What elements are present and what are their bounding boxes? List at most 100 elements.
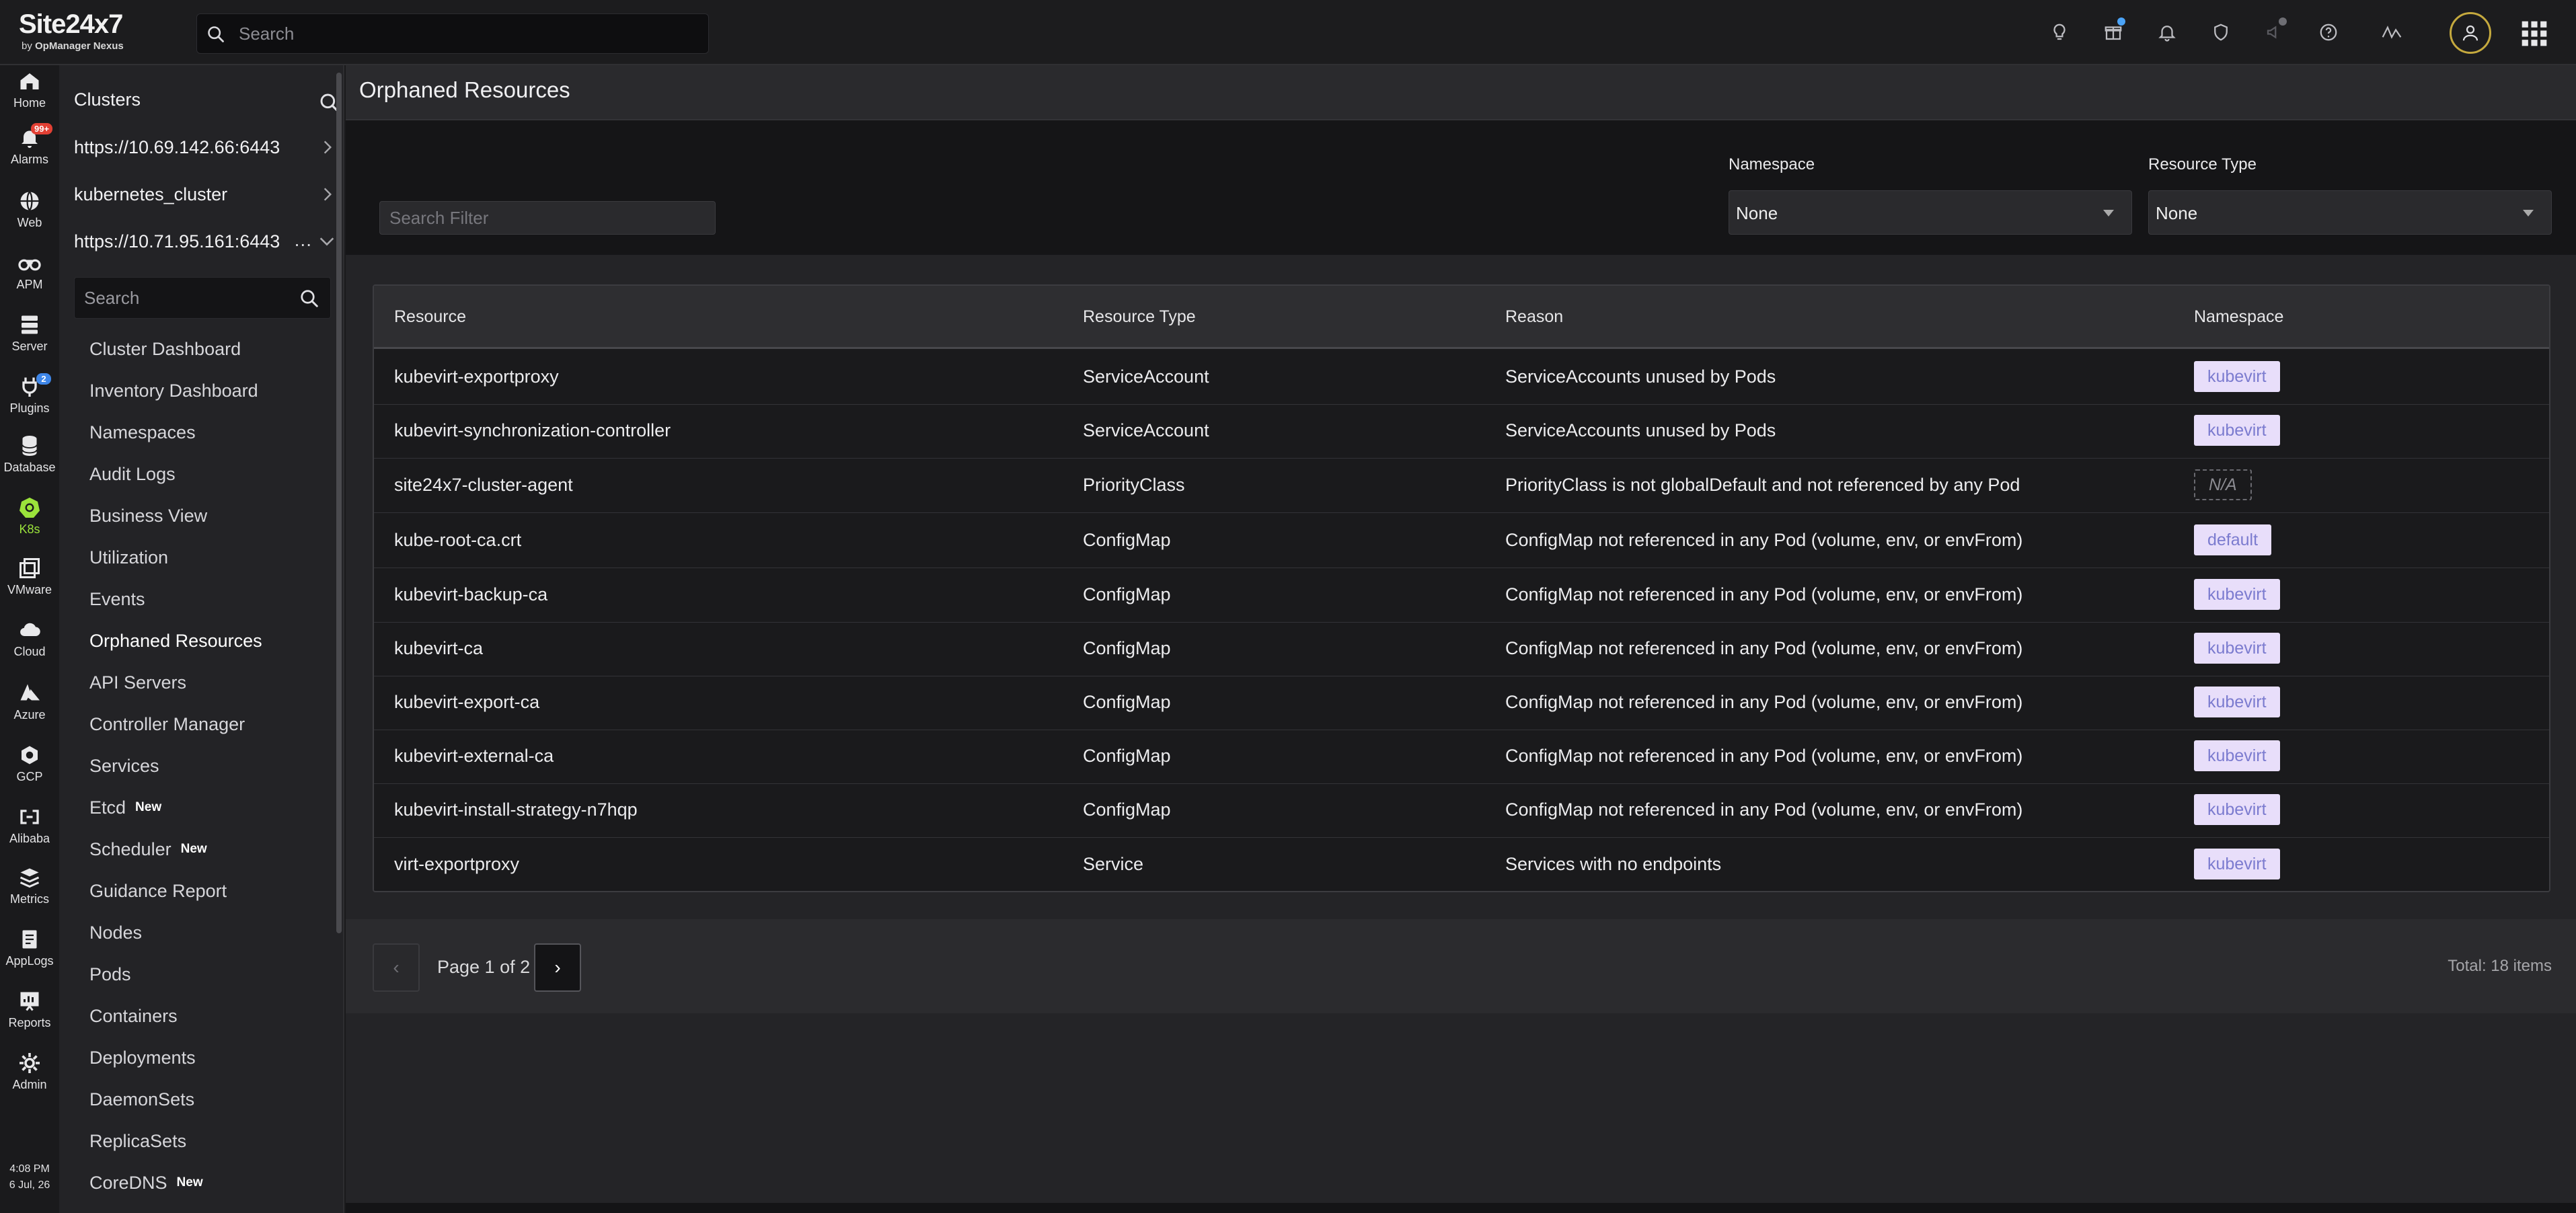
nav-audit-logs[interactable]: Audit Logs (89, 459, 176, 489)
table-row[interactable]: kubevirt-export-ca ConfigMap ConfigMap not… (374, 676, 2549, 730)
rail-item-alibaba[interactable]: Alibaba (0, 802, 59, 856)
cell-resource: kubevirt-export-ca (394, 692, 540, 712)
rail-item-metrics[interactable]: Metrics (0, 863, 59, 916)
nav-cluster-dashboard[interactable]: Cluster Dashboard (89, 334, 241, 364)
namespace-tag[interactable]: kubevirt (2194, 633, 2280, 664)
resource-type-dropdown[interactable]: None (2148, 190, 2552, 235)
column-header-resource[interactable]: Resource (394, 307, 466, 327)
cell-reason: PriorityClass is not globalDefault and n… (1505, 475, 2020, 495)
rail-item-plugins[interactable]: 2 Plugins (0, 372, 59, 426)
nav-replicasets[interactable]: ReplicaSets (89, 1126, 186, 1156)
namespace-tag[interactable]: kubevirt (2194, 415, 2280, 446)
table-row[interactable]: site24x7-cluster-agent PriorityClass Prior… (374, 459, 2549, 513)
bottom-strip (346, 1203, 2576, 1213)
global-search-input[interactable] (239, 14, 696, 53)
search-icon[interactable] (299, 288, 319, 309)
nav-label: Namespaces (89, 422, 196, 442)
nav-pods[interactable]: Pods (89, 960, 131, 989)
rail-item-apm[interactable]: APM (0, 248, 59, 302)
namespace-tag[interactable]: kubevirt (2194, 794, 2280, 825)
table-row[interactable]: kubevirt-external-ca ConfigMap ConfigMap n… (374, 730, 2549, 784)
next-page-button[interactable]: › (534, 943, 581, 992)
rail-item-k8s[interactable]: K8s (0, 493, 59, 547)
rail-item-database[interactable]: Database (0, 431, 59, 485)
zia-icon[interactable] (2376, 16, 2408, 48)
table-row[interactable]: kubevirt-ca ConfigMap ConfigMap not refere… (374, 622, 2549, 676)
nav-coredns[interactable]: CoreDNS New (89, 1168, 203, 1198)
rail-item-cloud[interactable]: Cloud (0, 615, 59, 669)
nav-events[interactable]: Events (89, 584, 145, 614)
cell-resource-type: ConfigMap (1083, 530, 1171, 550)
table-row[interactable]: kube-root-ca.crt ConfigMap ConfigMap not r… (374, 514, 2549, 568)
namespace-dropdown[interactable]: None (1729, 190, 2132, 235)
column-header-namespace[interactable]: Namespace (2194, 307, 2283, 327)
gift-icon[interactable] (2097, 16, 2129, 48)
nav-nodes[interactable]: Nodes (89, 918, 142, 947)
cluster-item[interactable]: kubernetes_cluster (74, 175, 336, 213)
rail-item-web[interactable]: Web (0, 186, 59, 240)
bell-icon[interactable] (2151, 16, 2183, 48)
sidebar-search-input[interactable] (84, 278, 286, 318)
namespace-tag[interactable]: kubevirt (2194, 579, 2280, 610)
nav-daemonsets[interactable]: DaemonSets (89, 1085, 194, 1114)
nav-inventory-dashboard[interactable]: Inventory Dashboard (89, 376, 258, 405)
nav-scheduler[interactable]: Scheduler New (89, 834, 207, 864)
table-row[interactable]: kubevirt-backup-ca ConfigMap ConfigMap not… (374, 568, 2549, 623)
namespace-tag[interactable]: kubevirt (2194, 361, 2280, 392)
table-row[interactable]: virt-exportproxy Service Services with no … (374, 838, 2549, 891)
namespace-tag[interactable]: kubevirt (2194, 687, 2280, 717)
bulb-icon[interactable] (2043, 16, 2076, 48)
rail-label: APM (16, 278, 43, 291)
user-avatar[interactable] (2450, 12, 2491, 54)
prev-page-button[interactable]: ‹ (373, 943, 420, 992)
help-icon[interactable] (2312, 16, 2345, 48)
table-row[interactable]: kubevirt-install-strategy-n7hqp ConfigMap… (374, 783, 2549, 838)
app-grid-icon[interactable] (2520, 19, 2549, 48)
rail-label: K8s (19, 522, 40, 536)
nav-namespaces[interactable]: Namespaces (89, 418, 196, 447)
rail-item-vmware[interactable]: VMware (0, 553, 59, 607)
shield-icon[interactable] (2205, 16, 2237, 48)
column-header-reason[interactable]: Reason (1505, 307, 1563, 327)
rail-item-applogs[interactable]: AppLogs (0, 925, 59, 978)
nav-containers[interactable]: Containers (89, 1001, 178, 1031)
column-header-resource-type[interactable]: Resource Type (1083, 307, 1196, 327)
sidebar-scrollbar[interactable] (336, 73, 342, 933)
namespace-tag[interactable]: kubevirt (2194, 740, 2280, 771)
rail-item-alarms[interactable]: 99+ Alarms (0, 123, 59, 177)
nav-label: Containers (89, 1005, 178, 1026)
nav-deployments[interactable]: Deployments (89, 1043, 196, 1072)
nav-utilization[interactable]: Utilization (89, 543, 168, 572)
rail-item-admin[interactable]: Admin (0, 1048, 59, 1102)
rail-item-gcp[interactable]: GCP (0, 740, 59, 794)
nav-etcd[interactable]: Etcd New (89, 793, 161, 822)
namespace-tag[interactable]: kubevirt (2194, 849, 2280, 879)
rail-item-azure[interactable]: Azure (0, 678, 59, 732)
table-header: Resource Resource Type Reason Namespace (374, 286, 2549, 349)
nav-services[interactable]: Services (89, 751, 159, 781)
table-row[interactable]: kubevirt-exportproxy ServiceAccount Servic… (374, 350, 2549, 405)
rail-item-server[interactable]: Server (0, 310, 59, 364)
chevron-down-icon (319, 237, 334, 246)
nav-guidance-report[interactable]: Guidance Report (89, 876, 227, 906)
global-search (196, 13, 709, 54)
cell-resource-type: ConfigMap (1083, 799, 1171, 820)
site24x7-logo[interactable]: Site24x7 by OpManager Nexus (19, 9, 147, 58)
table-row[interactable]: kubevirt-synchronization-controller Servi… (374, 404, 2549, 459)
nav-label: ReplicaSets (89, 1130, 187, 1151)
cluster-item[interactable]: https://10.69.142.66:6443 (74, 128, 336, 166)
rail-item-home[interactable]: Home (0, 67, 59, 120)
nav-api-servers[interactable]: API Servers (89, 668, 186, 697)
nav-controller-manager[interactable]: Controller Manager (89, 709, 245, 739)
pagination-bar: ‹ Page 1 of 2 › Total: 18 items (346, 919, 2576, 1013)
search-filter-input[interactable] (379, 201, 716, 235)
megaphone-icon[interactable] (2259, 16, 2291, 48)
rail-item-reports[interactable]: Reports (0, 986, 59, 1040)
more-options-icon[interactable]: ... (295, 229, 312, 251)
globe-icon (20, 191, 39, 211)
nav-orphaned-resources[interactable]: Orphaned Resources (89, 626, 262, 656)
cell-resource-type: ServiceAccount (1083, 366, 1209, 387)
cluster-item-selected[interactable]: https://10.71.95.161:6443 ... (74, 223, 336, 260)
namespace-tag[interactable]: default (2194, 524, 2272, 555)
nav-business-view[interactable]: Business View (89, 501, 207, 531)
